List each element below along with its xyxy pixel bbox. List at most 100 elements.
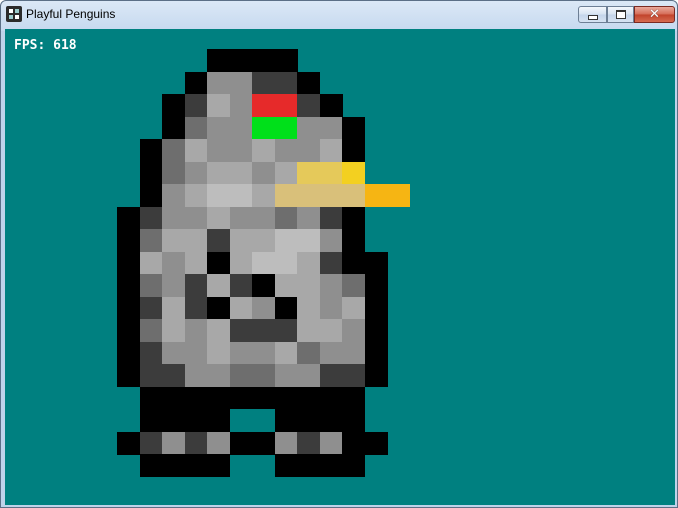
penguin-pixel: [274, 251, 298, 275]
penguin-pixel: [229, 431, 253, 455]
maximize-button[interactable]: [607, 6, 634, 23]
penguin-pixel: [139, 274, 163, 297]
penguin-pixel: [297, 116, 320, 140]
penguin-pixel: [252, 161, 275, 185]
penguin-pixel: [297, 274, 320, 297]
penguin-pixel: [139, 229, 163, 252]
penguin-pixel: [139, 341, 163, 365]
penguin-pixel: [162, 229, 185, 252]
penguin-pixel: [117, 229, 140, 252]
close-icon: ✕: [649, 7, 660, 22]
penguin-pixel: [229, 296, 253, 320]
penguin-pixel: [252, 296, 275, 320]
penguin-pixel: [274, 94, 298, 117]
penguin-pixel: [297, 184, 320, 207]
penguin-pixel: [139, 454, 163, 477]
penguin-pixel: [139, 161, 163, 185]
penguin-pixel: [207, 206, 230, 230]
penguin-pixel: [319, 454, 343, 477]
penguin-pixel: [139, 386, 163, 410]
close-button[interactable]: ✕: [634, 6, 675, 23]
penguin-pixel: [342, 116, 365, 140]
penguin-pixel: [184, 161, 208, 185]
penguin-pixel: [207, 49, 230, 72]
penguin-pixel: [229, 409, 253, 432]
penguin-pixel: [162, 386, 185, 410]
penguin-pixel: [229, 206, 253, 230]
penguin-pixel: [319, 94, 343, 117]
penguin-pixel: [252, 49, 275, 72]
penguin-pixel: [297, 454, 320, 477]
penguin-pixel: [342, 386, 365, 410]
title-bar[interactable]: Playful Penguins ✕: [1, 1, 677, 29]
app-window: Playful Penguins ✕ FPS: 618: [0, 0, 678, 508]
penguin-pixel: [387, 184, 410, 207]
penguin-pixel: [207, 184, 230, 207]
penguin-pixel: [117, 364, 140, 387]
penguin-pixel: [319, 161, 343, 185]
penguin-pixel: [184, 206, 208, 230]
penguin-pixel: [117, 274, 140, 297]
penguin-pixel: [162, 184, 185, 207]
penguin-pixel: [139, 184, 163, 207]
penguin-pixel: [207, 274, 230, 297]
penguin-pixel: [319, 341, 343, 365]
penguin-pixel: [252, 71, 275, 95]
penguin-pixel: [364, 341, 388, 365]
penguin-pixel: [252, 386, 275, 410]
penguin-pixel: [319, 274, 343, 297]
penguin-pixel: [342, 274, 365, 297]
penguin-pixel: [184, 184, 208, 207]
penguin-pixel: [207, 229, 230, 252]
penguin-pixel: [297, 229, 320, 252]
penguin-pixel: [297, 409, 320, 432]
penguin-pixel: [274, 341, 298, 365]
penguin-pixel: [252, 319, 275, 342]
penguin-pixel: [184, 319, 208, 342]
penguin-pixel: [274, 206, 298, 230]
penguin-pixel: [117, 296, 140, 320]
penguin-pixel: [162, 431, 185, 455]
penguin-pixel: [207, 341, 230, 365]
penguin-pixel: [139, 409, 163, 432]
penguin-pixel: [162, 319, 185, 342]
penguin-pixel: [162, 454, 185, 477]
penguin-pixel: [162, 139, 185, 162]
penguin-pixel: [342, 229, 365, 252]
penguin-pixel: [207, 296, 230, 320]
penguin-pixel: [229, 319, 253, 342]
penguin-pixel: [229, 341, 253, 365]
penguin-pixel: [184, 94, 208, 117]
penguin-pixel: [297, 251, 320, 275]
penguin-pixel: [319, 139, 343, 162]
penguin-pixel: [364, 319, 388, 342]
penguin-pixel: [139, 364, 163, 387]
penguin-pixel: [319, 229, 343, 252]
penguin-pixel: [184, 364, 208, 387]
penguin-pixel: [184, 274, 208, 297]
penguin-pixel: [274, 296, 298, 320]
penguin-pixel: [319, 251, 343, 275]
penguin-pixel: [319, 296, 343, 320]
fps-counter: FPS: 618: [14, 38, 77, 53]
penguin-pixel: [229, 364, 253, 387]
penguin-pixel: [274, 184, 298, 207]
penguin-pixel: [139, 296, 163, 320]
penguin-pixel: [274, 71, 298, 95]
penguin-pixel: [184, 251, 208, 275]
penguin-pixel: [252, 184, 275, 207]
game-canvas[interactable]: FPS: 618: [5, 29, 675, 505]
penguin-pixel: [297, 431, 320, 455]
penguin-pixel: [229, 274, 253, 297]
penguin-pixel: [184, 431, 208, 455]
penguin-pixel: [252, 409, 275, 432]
penguin-pixel: [364, 251, 388, 275]
penguin-pixel: [297, 161, 320, 185]
penguin-pixel: [297, 206, 320, 230]
penguin-pixel: [162, 116, 185, 140]
penguin-pixel: [139, 251, 163, 275]
penguin-pixel: [319, 386, 343, 410]
penguin-pixel: [274, 364, 298, 387]
minimize-button[interactable]: [578, 6, 607, 23]
penguin-pixel: [229, 184, 253, 207]
